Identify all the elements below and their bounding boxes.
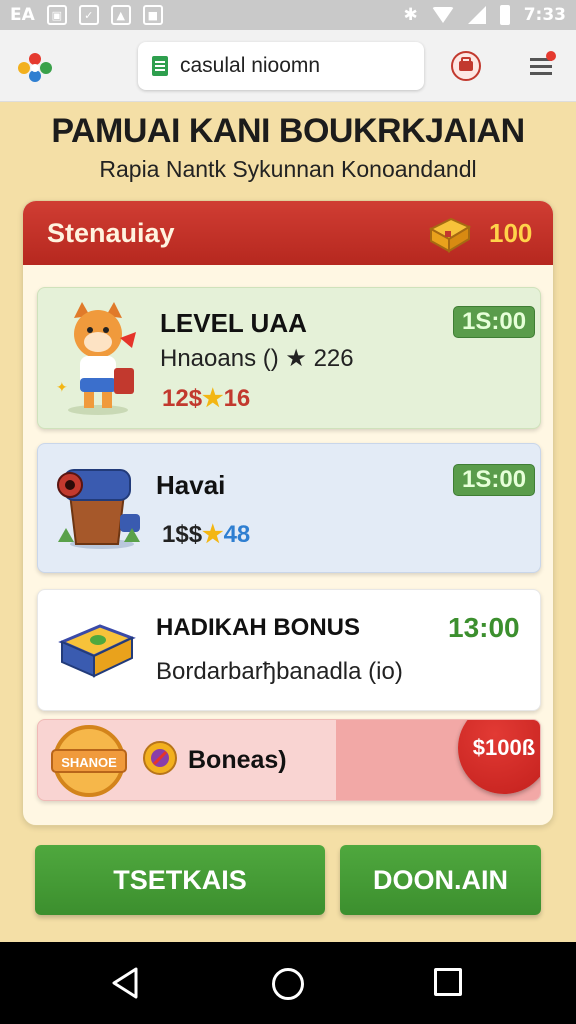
app-logo-icon[interactable] (16, 50, 54, 84)
image-notification-icon: ▲ (110, 5, 131, 25)
cannon-icon (57, 469, 140, 549)
star-icon: ★ (202, 385, 224, 412)
panel-title: Stenauiay (47, 217, 175, 248)
panel-header: Stenauiay 100 (23, 201, 553, 265)
chest-count: 100 (489, 218, 533, 248)
shop-icon[interactable] (450, 50, 482, 82)
url-bar[interactable]: casulal nioomn (138, 42, 424, 90)
level-card[interactable]: ✦ LEVEL UAA Hnaoans () ★ 226 12$★16 1S:0… (37, 287, 541, 429)
shanoe-badge-text: SHANOE (61, 755, 117, 770)
level-card-desc: Hnaoans () ★ 226 (160, 345, 354, 372)
bonus-card[interactable]: HADIKAH BONUS Bordarbarђbanadla (io) 13:… (37, 589, 541, 711)
status-bar: EA ▣ ✓ ▲ ■ ✱ 7:33 (0, 0, 576, 30)
treasure-chest-icon (428, 217, 472, 253)
page-subtitle: Rapia Nantk Sykunnan Konoandandl (99, 156, 477, 182)
score-value: 1$$ (162, 521, 203, 548)
tsetkais-button[interactable]: TSETKAIS (35, 845, 325, 915)
score-stars: 48 (223, 521, 251, 548)
status-carrier: EA (10, 5, 35, 25)
wifi-icon (431, 7, 454, 23)
bones-card[interactable]: SHANOE Boneas) $100ß (37, 719, 541, 801)
score-value: 12$ (162, 385, 203, 412)
havai-card-name: Havai (156, 470, 226, 500)
page-title: PAMUAI KANI BOUKRKJAIAN (51, 112, 525, 150)
score-stars: 16 (223, 385, 251, 412)
fox-character-icon: ✦ (56, 302, 136, 415)
home-icon[interactable] (272, 968, 304, 1000)
check-notification-icon: ✓ (78, 5, 99, 25)
rewards-panel: Stenauiay 100 ✦ LEVEL UAA Hnaoans () ★ 2… (22, 200, 554, 826)
bonus-card-name: HADIKAH BONUS (156, 614, 360, 641)
havai-card-score: 1$$★48 (162, 520, 250, 549)
time-badge: 1S:00 (453, 464, 536, 496)
browser-toolbar: casulal nioomn (0, 30, 576, 102)
bluetooth-icon: ✱ (403, 5, 418, 25)
bonus-card-desc: Bordarbarђbanadla (io) (156, 658, 403, 685)
bonus-box-icon (58, 624, 136, 678)
system-nav-bar (0, 942, 576, 1024)
battery-icon (499, 5, 510, 25)
time-badge: 1S:00 (453, 306, 536, 338)
back-icon[interactable] (110, 966, 140, 1000)
url-text: casulal nioomn (180, 54, 321, 77)
level-card-score: 12$★16 (162, 384, 250, 413)
doon-ain-button[interactable]: DOON.AIN (340, 845, 541, 915)
havai-card[interactable]: Havai 1$$★48 1S:00 (37, 443, 541, 573)
level-card-name: LEVEL UAA (160, 308, 307, 338)
bonus-card-time: 13:00 (448, 612, 520, 643)
medal-icon (143, 741, 177, 775)
menu-icon[interactable] (526, 50, 558, 82)
shanoe-badge-icon: SHANOE (51, 725, 127, 797)
notification-icon: ▣ (46, 5, 67, 25)
svg-text:✦: ✦ (56, 379, 68, 395)
star-icon: ★ (202, 521, 224, 548)
status-time: 7:33 (523, 5, 566, 25)
document-icon (152, 56, 168, 76)
recent-apps-icon[interactable] (434, 968, 462, 996)
signal-icon (467, 6, 486, 24)
bones-card-name: Boneas) (188, 746, 287, 774)
app-notification-icon: ■ (142, 5, 163, 25)
